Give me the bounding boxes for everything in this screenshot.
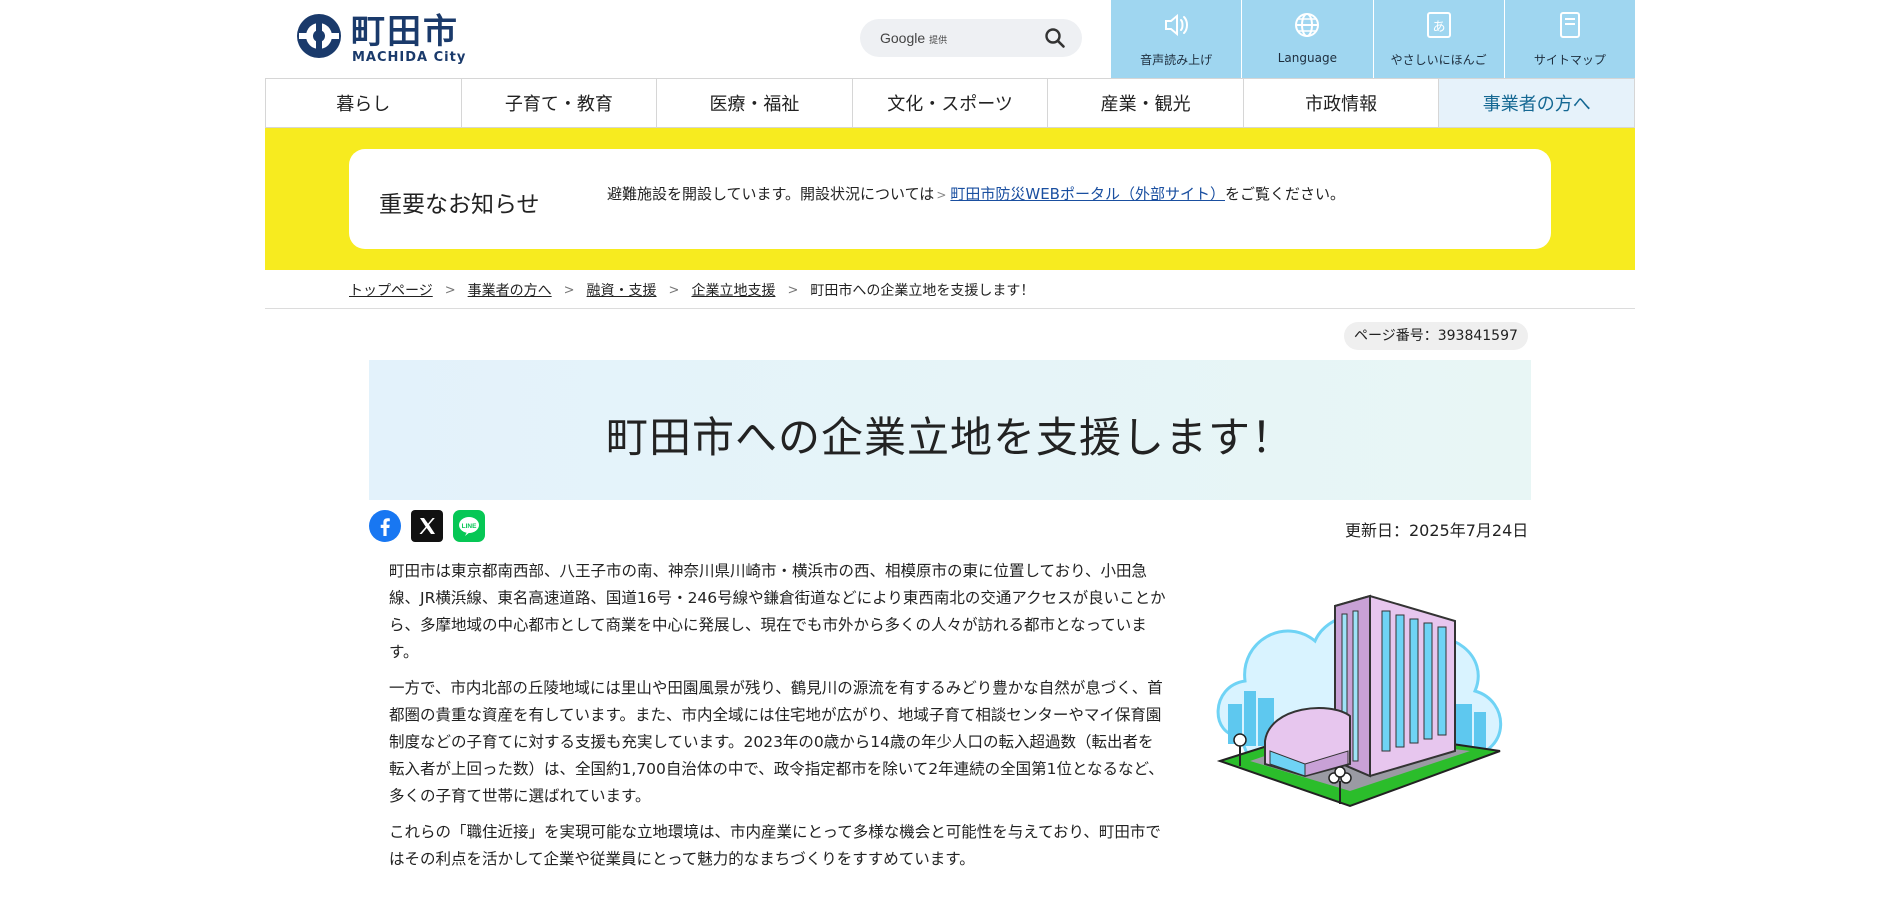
line-icon[interactable]: LINE	[453, 510, 485, 542]
breadcrumb-link-top[interactable]: トップページ	[349, 280, 433, 300]
page-title: 町田市への企業立地を支援します！	[605, 413, 1294, 462]
article-body: 町田市は東京都南西部、八王子市の南、神奈川県川崎市・横浜市の西、相模原市の東に位…	[389, 558, 1169, 882]
article-paragraph: これらの「職住近接」を実現可能な立地環境は、市内産業にとって多様な機会と可能性を…	[389, 823, 1161, 868]
tool-language[interactable]: Language	[1241, 0, 1373, 78]
article-paragraph: 一方で、市内北部の丘陵地域には里山や田園風景が残り、鶴見川の源流を有するみどり豊…	[389, 679, 1164, 805]
breadcrumb-link-financing[interactable]: 融資・支援	[587, 280, 657, 300]
tool-label: やさしいにほんご	[1390, 53, 1487, 67]
notice-text: 避難施設を開設しています。開設状況については > 町田市防災WEBポータル（外部サイ…	[607, 183, 1345, 204]
site-header: 町田市 MACHIDA City Google 提供 音声読み上げ Langua…	[265, 0, 1635, 78]
gnav-item-living[interactable]: 暮らし	[265, 79, 461, 127]
svg-text:LINE: LINE	[462, 523, 477, 530]
article-paragraph: 町田市は東京都南西部、八王子市の南、神奈川県川崎市・横浜市の西、相模原市の東に位…	[389, 562, 1166, 661]
tool-label: Language	[1277, 51, 1337, 65]
breadcrumb-link-location-support[interactable]: 企業立地支援	[691, 280, 775, 300]
office-building-illustration	[1216, 594, 1503, 808]
search-icon	[1045, 28, 1065, 48]
site-search[interactable]: Google 提供	[860, 19, 1082, 57]
header-tools: 音声読み上げ Language あ やさしいにほんご サイトマップ	[1110, 0, 1635, 78]
sitemap-icon	[1559, 12, 1580, 38]
search-button[interactable]	[1044, 27, 1066, 49]
tool-label: サイトマップ	[1533, 53, 1606, 67]
important-notice-box: 重要なお知らせ 避難施設を開設しています。開設状況については > 町田市防災WEBポ…	[349, 149, 1551, 249]
gnav-item-culture[interactable]: 文化・スポーツ	[851, 79, 1048, 127]
search-brand: Google 提供	[880, 30, 948, 46]
share-buttons: LINE	[369, 510, 485, 542]
city-emblem-icon	[297, 14, 341, 58]
gnav-item-health[interactable]: 医療・福祉	[656, 79, 852, 127]
gnav-item-industry[interactable]: 産業・観光	[1047, 79, 1243, 127]
globe-icon	[1295, 13, 1320, 37]
logo-text-jp: 町田市	[351, 12, 459, 52]
gnav-item-childcare[interactable]: 子育て・教育	[460, 79, 657, 127]
notice-text-after: をご覧ください。	[1224, 185, 1345, 203]
link-arrow-icon: >	[936, 188, 947, 202]
logo-text-en: MACHIDA City	[352, 50, 467, 65]
notice-text-before: 避難施設を開設しています。開設状況については	[607, 185, 935, 203]
svg-text:あ: あ	[1432, 20, 1445, 35]
breadcrumb-separator: >	[787, 282, 799, 298]
breadcrumb-separator: >	[444, 282, 456, 298]
gnav-item-administration[interactable]: 市政情報	[1242, 79, 1439, 127]
x-icon[interactable]	[411, 510, 443, 542]
tool-sitemap[interactable]: サイトマップ	[1503, 0, 1635, 78]
global-nav: 暮らし 子育て・教育 医療・福祉 文化・スポーツ 産業・観光 市政情報 事業者の…	[265, 78, 1636, 128]
tool-easy-japanese[interactable]: あ やさしいにほんご	[1372, 0, 1504, 78]
tool-speech[interactable]: 音声読み上げ	[1110, 0, 1242, 78]
notice-title: 重要なお知らせ	[379, 192, 540, 218]
title-band: 町田市への企業立地を支援します！	[369, 360, 1531, 500]
important-notice-band: 重要なお知らせ 避難施設を開設しています。開設状況については > 町田市防災WEBポ…	[265, 128, 1635, 270]
breadcrumb: トップページ > 事業者の方へ > 融資・支援 > 企業立地支援 > 町田市への…	[349, 280, 1034, 300]
updated-date: 更新日：2025年7月24日	[1345, 521, 1529, 540]
breadcrumb-separator: >	[563, 282, 575, 298]
gnav-item-business[interactable]: 事業者の方へ	[1438, 79, 1636, 127]
tool-label: 音声読み上げ	[1140, 53, 1213, 67]
page-number-badge: ページ番号：393841597	[1344, 322, 1528, 350]
breadcrumb-current: 町田市への企業立地を支援します！	[810, 283, 1035, 299]
breadcrumb-separator: >	[668, 282, 680, 298]
breadcrumb-divider	[265, 308, 1635, 309]
notice-link[interactable]: 町田市防災WEBポータル（外部サイト）	[950, 185, 1225, 203]
speaker-icon	[1165, 13, 1189, 37]
facebook-icon[interactable]	[369, 510, 401, 542]
breadcrumb-link-business[interactable]: 事業者の方へ	[468, 280, 552, 300]
site-logo[interactable]: 町田市 MACHIDA City	[295, 12, 475, 68]
hiragana-a-icon: あ	[1426, 12, 1451, 38]
